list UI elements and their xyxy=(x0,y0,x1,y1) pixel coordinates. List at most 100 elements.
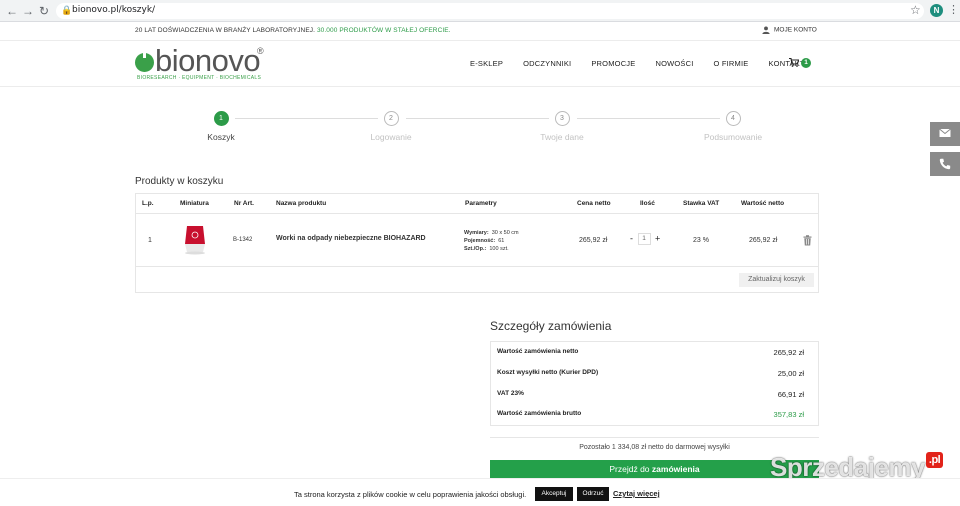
qty-increase-button[interactable]: + xyxy=(655,233,660,243)
param-row: Wymiary: 30 x 50 cm xyxy=(464,229,519,237)
cookie-reject-button[interactable]: Odrzuć xyxy=(577,487,609,501)
row-vat: 23 % xyxy=(693,237,709,244)
phone-icon xyxy=(939,158,951,170)
logo-dot-icon xyxy=(135,49,154,72)
param-value: 30 x 50 cm xyxy=(491,230,519,236)
cart-button[interactable]: 1 xyxy=(789,57,811,68)
promo-text: 20 LAT DOŚWIADCZENIA W BRANŻY LABORATORY… xyxy=(135,27,451,34)
step-number: 4 xyxy=(725,111,741,126)
qty-input[interactable]: 1 xyxy=(637,233,651,245)
detail-value: 66,91 zł xyxy=(777,390,804,399)
account-label: MOJE KONTO xyxy=(774,26,817,34)
side-phone-button[interactable] xyxy=(930,152,960,176)
cart-icon xyxy=(789,58,800,68)
row-price: 265,92 zł xyxy=(579,237,608,244)
col-lp: L.p. xyxy=(142,200,154,207)
cart-section-title: Produkty w koszyku xyxy=(135,176,224,187)
col-vat: Stawka VAT xyxy=(683,200,720,207)
detail-value: 265,92 zł xyxy=(773,348,804,357)
row-sku: B-1342 xyxy=(233,237,253,243)
product-thumbnail[interactable] xyxy=(182,222,208,256)
cookie-bar: Ta strona korzysta z plików cookie w cel… xyxy=(0,478,960,506)
back-icon[interactable]: ← xyxy=(4,3,20,19)
address-bar[interactable]: 🔒 bionovo.pl/koszyk/ xyxy=(56,3,924,19)
step-label: Logowanie xyxy=(370,132,412,142)
top-info-strip: 20 LAT DOŚWIADCZENIA W BRANŻY LABORATORY… xyxy=(0,22,960,41)
nav-item-e-sklep[interactable]: E-SKLEP xyxy=(470,59,503,68)
step-number: 2 xyxy=(383,111,399,126)
site-logo[interactable]: bionovo ® BIORESEARCH · EQUIPMENT · BIOC… xyxy=(135,43,264,81)
product-params: Wymiary: 30 x 50 cm Pojemność: 61 Szt./O… xyxy=(464,229,519,253)
order-details-box: Wartość zamówienia netto 265,92 zł Koszt… xyxy=(490,341,819,426)
step-label: Twoje dane xyxy=(540,132,584,142)
table-row: 1 B-1342 Worki na odpady niebezpieczne B… xyxy=(136,214,818,267)
reload-icon[interactable]: ↻ xyxy=(36,3,52,19)
param-value: 61 xyxy=(498,238,505,244)
step-number: 3 xyxy=(554,111,570,126)
nav-item-odczynniki[interactable]: ODCZYNNIKI xyxy=(523,59,571,68)
lock-icon: 🔒 xyxy=(61,5,73,15)
account-link[interactable]: MOJE KONTO xyxy=(762,26,817,34)
logo-word-text: bionovo xyxy=(155,43,261,78)
browser-toolbar: ← → ↻ 🔒 bionovo.pl/koszyk/ ☆ N ⋮ xyxy=(0,0,960,22)
promo-highlight: 30.000 PRODUKTÓW W STAŁEJ OFERCIE. xyxy=(315,27,451,34)
nav-item-o-firmie[interactable]: O FIRMIE xyxy=(714,59,749,68)
quantity-stepper: - 1 + xyxy=(630,233,660,245)
side-email-button[interactable] xyxy=(930,122,960,146)
checkout-bold: zamówienia xyxy=(651,464,700,474)
envelope-icon xyxy=(939,128,951,137)
detail-row-gross: Wartość zamówienia brutto 357,83 zł xyxy=(497,410,812,422)
trash-icon[interactable] xyxy=(803,235,812,246)
param-value: 100 szt. xyxy=(489,246,509,252)
nav-item-nowosci[interactable]: NOWOŚCI xyxy=(655,59,693,68)
watermark-suffix: .pl xyxy=(925,452,944,468)
detail-row-vat: VAT 23% 66,91 zł xyxy=(497,390,812,402)
col-qty: Ilość xyxy=(640,200,655,207)
main-navigation: E-SKLEP ODCZYNNIKI PROMOCJE NOWOŚCI O FI… xyxy=(470,59,825,68)
cart-count-badge: 1 xyxy=(801,57,811,68)
row-lp: 1 xyxy=(148,237,152,244)
step-label: Podsumowanie xyxy=(703,132,763,142)
cart-table: L.p. Miniatura Nr Art. Nazwa produktu Pa… xyxy=(135,193,819,293)
step-logowanie: 2 Logowanie xyxy=(331,110,451,142)
browser-menu-icon[interactable]: ⋮ xyxy=(948,3,959,16)
table-header: L.p. Miniatura Nr Art. Nazwa produktu Pa… xyxy=(136,194,818,214)
col-params: Parametry xyxy=(465,200,497,207)
detail-label: VAT 23% xyxy=(497,390,524,397)
step-number: 1 xyxy=(213,111,229,126)
detail-value: 357,83 zł xyxy=(773,410,804,419)
bookmark-star-icon[interactable]: ☆ xyxy=(910,3,921,17)
url-text: bionovo.pl/koszyk/ xyxy=(72,5,156,15)
order-details-title: Szczegóły zamówienia xyxy=(490,319,612,333)
step-label: Koszyk xyxy=(207,132,235,142)
profile-avatar[interactable]: N xyxy=(930,4,943,17)
user-icon xyxy=(762,26,770,34)
col-total: Wartość netto xyxy=(741,200,785,207)
checkout-steps: 1 Koszyk 2 Logowanie 3 Twoje dane 4 Pods… xyxy=(135,110,818,150)
logo-wordmark: bionovo xyxy=(135,43,261,78)
step-twoje-dane: 3 Twoje dane xyxy=(502,110,622,142)
update-cart-button[interactable]: Zaktualizuj koszyk xyxy=(739,273,814,287)
col-price: Cena netto xyxy=(577,200,611,207)
detail-label: Wartość zamówienia brutto xyxy=(497,410,582,417)
step-koszyk: 1 Koszyk xyxy=(161,110,281,142)
product-name-link[interactable]: Worki na odpady niebezpieczne BIOHAZARD xyxy=(276,235,426,242)
detail-label: Wartość zamówienia netto xyxy=(497,348,579,355)
param-label: Wymiary: xyxy=(464,230,489,236)
nav-item-promocje[interactable]: PROMOCJE xyxy=(591,59,635,68)
cookie-accept-button[interactable]: Akceptuj xyxy=(535,487,573,501)
col-name: Nazwa produktu xyxy=(276,200,327,207)
col-thumb: Miniatura xyxy=(180,200,209,207)
qty-decrease-button[interactable]: - xyxy=(630,233,633,243)
cookie-more-link[interactable]: Czytaj więcej xyxy=(613,489,660,498)
checkout-prefix: Przejdź do xyxy=(609,464,652,474)
forward-icon[interactable]: → xyxy=(20,3,36,19)
param-label: Pojemność: xyxy=(464,238,496,244)
detail-row-shipping: Koszt wysyłki netto (Kurier DPD) 25,00 z… xyxy=(497,369,812,381)
logo-registered-mark: ® xyxy=(257,46,264,56)
cookie-text: Ta strona korzysta z plików cookie w cel… xyxy=(294,490,527,499)
row-total: 265,92 zł xyxy=(749,237,778,244)
detail-label: Koszt wysyłki netto (Kurier DPD) xyxy=(497,369,599,376)
detail-row-net: Wartość zamówienia netto 265,92 zł xyxy=(497,348,812,360)
param-row: Szt./Op.: 100 szt. xyxy=(464,245,519,253)
